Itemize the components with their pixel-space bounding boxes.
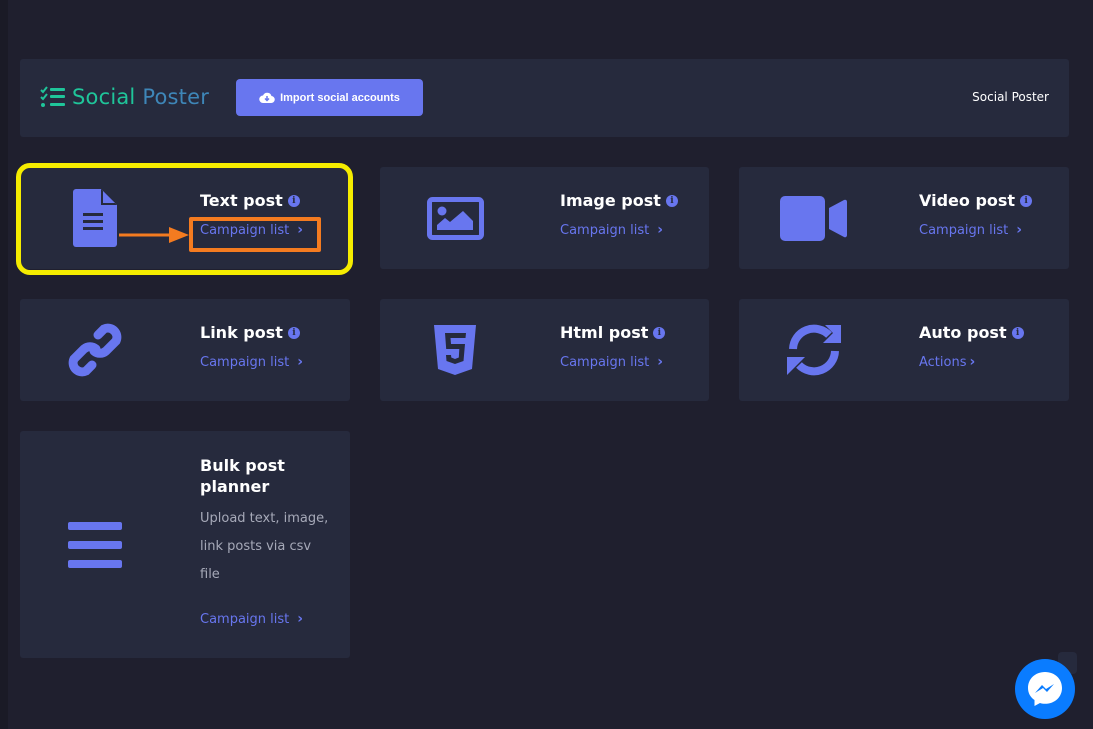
card-title: Image post i [560, 191, 699, 210]
image-icon [426, 196, 484, 240]
link-label: Campaign list [200, 222, 290, 238]
chevron-right-icon: › [657, 354, 664, 370]
sync-icon [787, 324, 841, 376]
info-icon[interactable]: i [653, 326, 666, 339]
header-bar: Social Poster Import social accounts Soc… [20, 59, 1069, 137]
card-text-post: Text post i Campaign list › [20, 167, 350, 269]
import-social-accounts-button[interactable]: Import social accounts [236, 79, 423, 116]
file-text-icon [73, 189, 117, 247]
campaign-list-link[interactable]: Campaign list › [919, 222, 1022, 238]
link-label: Campaign list [560, 354, 650, 370]
info-icon[interactable]: i [287, 194, 300, 207]
card-title: Link post i [200, 323, 340, 342]
link-icon [68, 323, 122, 377]
chevron-right-icon: › [297, 611, 304, 627]
card-video-post: Video post i Campaign list › [739, 167, 1069, 269]
card-auto-post: Auto post i Actions › [739, 299, 1069, 401]
info-icon[interactable]: i [1011, 326, 1024, 339]
card-title-text: Auto post [919, 323, 1007, 342]
card-title: Html post i [560, 323, 699, 342]
card-title-text: Link post [200, 323, 283, 342]
import-button-label: Import social accounts [280, 91, 400, 104]
info-icon[interactable]: i [665, 194, 678, 207]
info-icon[interactable]: i [287, 326, 300, 339]
card-html-post: Html post i Campaign list › [380, 299, 709, 401]
info-icon[interactable]: i [1020, 194, 1033, 207]
campaign-list-link[interactable]: Campaign list › [200, 611, 303, 627]
campaign-list-link[interactable]: Campaign list › [200, 354, 303, 370]
link-label: Actions [919, 354, 967, 370]
logo-word-social: Social [72, 85, 136, 109]
card-title: Text post i [200, 191, 340, 210]
link-label: Campaign list [560, 222, 650, 238]
chevron-right-icon: › [969, 354, 976, 370]
link-label: Campaign list [919, 222, 1009, 238]
card-bulk-post-planner: Bulk post planner Upload text, image, li… [20, 431, 350, 658]
campaign-list-link[interactable]: Campaign list › [560, 354, 663, 370]
logo-word-poster: Poster [142, 85, 210, 109]
card-link-post: Link post i Campaign list › [20, 299, 350, 401]
bars-icon [68, 521, 122, 568]
messenger-chat-button[interactable] [1015, 659, 1075, 719]
card-title-text: Image post [560, 191, 661, 210]
campaign-list-link[interactable]: Campaign list › [560, 222, 663, 238]
card-title: Bulk post planner [200, 456, 285, 496]
cloud-download-icon [259, 92, 275, 103]
app-logo[interactable]: Social Poster [40, 85, 209, 109]
card-title-text: Video post [919, 191, 1016, 210]
actions-link[interactable]: Actions › [919, 354, 975, 370]
card-image-post: Image post i Campaign list › [380, 167, 709, 269]
html5-icon [434, 325, 476, 375]
chevron-right-icon: › [297, 354, 304, 370]
messenger-icon [1028, 672, 1062, 706]
header-page-title: Social Poster [972, 90, 1049, 104]
link-label: Campaign list [200, 611, 290, 627]
card-title-text: Text post [200, 191, 283, 210]
card-description: Upload text, image, link posts via csv f… [200, 511, 329, 582]
campaign-list-link[interactable]: Campaign list › [200, 222, 303, 238]
logo-text: Social Poster [72, 85, 209, 109]
link-label: Campaign list [200, 354, 290, 370]
page-left-edge [0, 0, 8, 729]
card-title-text: Html post [560, 323, 649, 342]
video-camera-icon [780, 195, 848, 241]
chevron-right-icon: › [1016, 222, 1023, 238]
checklist-icon [40, 86, 65, 107]
card-title: Video post i [919, 191, 1059, 210]
chevron-right-icon: › [657, 222, 664, 238]
chevron-right-icon: › [297, 222, 304, 238]
card-title: Auto post i [919, 323, 1059, 342]
